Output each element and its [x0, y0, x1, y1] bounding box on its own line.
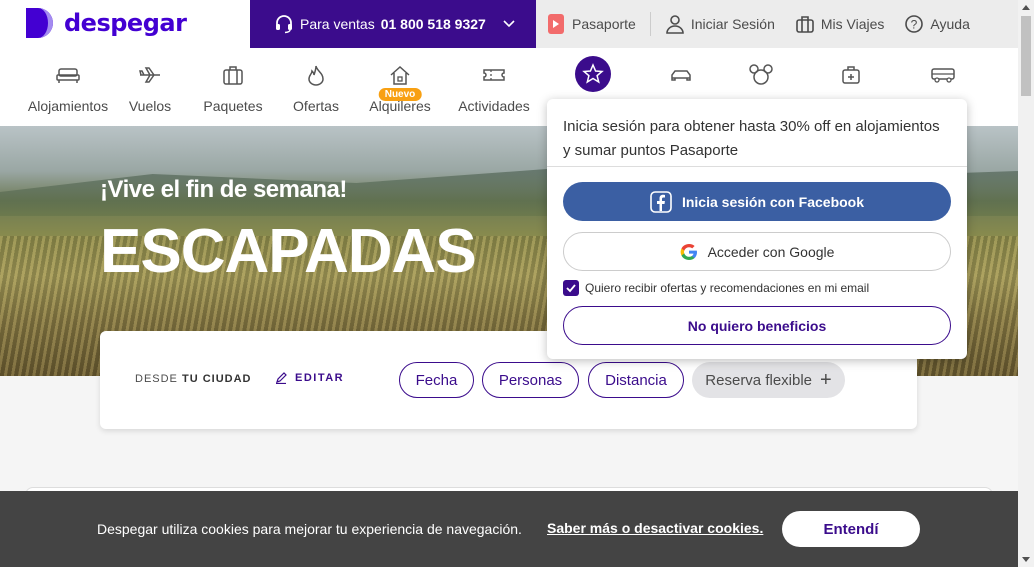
checkmark-icon [563, 280, 579, 296]
top-nav: Pasaporte Iniciar Sesión Mis Viajes ? Ay… [536, 0, 1018, 48]
category-label: Actividades [458, 98, 530, 114]
cookie-settings-link[interactable]: Saber más o desactivar cookies. [547, 520, 763, 536]
help-link[interactable]: ? Ayuda [894, 0, 979, 48]
top-bar: despegar Para ventas 01 800 518 9327 Pas… [0, 0, 1018, 48]
login-promo-message: Inicia sesión para obtener hasta 30% off… [547, 99, 967, 167]
origin-prefix: DESDE [135, 373, 178, 385]
pasaporte-link[interactable]: Pasaporte [536, 0, 646, 48]
origin-label: DESDE TU CIUDAD [135, 373, 251, 385]
distance-filter-chip[interactable]: Distancia [588, 362, 684, 398]
facebook-icon [650, 190, 672, 213]
scrollbar-thumb[interactable] [1021, 16, 1031, 96]
category-pasaporte[interactable] [572, 56, 614, 92]
newsletter-label: Quiero recibir ofertas y recomendaciones… [585, 281, 870, 295]
category-autos[interactable] [662, 58, 700, 92]
car-icon [671, 70, 691, 81]
cookie-banner: Despegar utiliza cookies para mejorar tu… [0, 491, 1018, 567]
pasaporte-icon [548, 14, 564, 34]
chevron-down-icon [503, 20, 515, 28]
login-label: Iniciar Sesión [690, 16, 775, 32]
sales-label: Para ventas [300, 16, 375, 32]
edit-label: EDITAR [295, 372, 345, 384]
edit-origin-button[interactable]: EDITAR [275, 372, 344, 384]
logo-icon [26, 8, 53, 38]
category-ofertas[interactable]: Ofertas [288, 58, 344, 114]
pencil-icon [276, 372, 287, 384]
category-actividades[interactable]: Actividades [454, 58, 534, 114]
facebook-login-button[interactable]: Inicia sesión con Facebook [563, 182, 951, 221]
disney-icon [749, 64, 773, 85]
origin-city: TU CIUDAD [181, 373, 252, 385]
facebook-label: Inicia sesión con Facebook [681, 193, 865, 210]
category-vuelos[interactable]: Vuelos [124, 58, 176, 114]
login-dropdown: Inicia sesión para obtener hasta 30% off… [547, 99, 967, 359]
category-alojamientos[interactable]: Alojamientos [24, 58, 112, 114]
category-asistencia[interactable] [832, 58, 870, 92]
new-badge: Nuevo [378, 88, 422, 101]
my-trips-label: Mis Viajes [820, 16, 885, 32]
user-icon [666, 15, 684, 34]
headset-icon [276, 15, 292, 34]
google-login-button[interactable]: Acceder con Google [563, 232, 951, 271]
category-alquileres[interactable]: Nuevo Alquileres [364, 58, 436, 114]
sales-phone: 01 800 518 9327 [380, 16, 486, 32]
logo-text: despegar [64, 9, 187, 37]
house-icon [390, 65, 410, 85]
flame-icon [308, 65, 324, 86]
suitcase-icon [223, 66, 243, 85]
login-link[interactable]: Iniciar Sesión [655, 0, 785, 48]
category-paquetes[interactable]: Paquetes [198, 58, 268, 114]
bus-icon [931, 68, 955, 83]
people-filter-chip[interactable]: Personas [482, 362, 579, 398]
pasaporte-label: Pasaporte [572, 16, 636, 32]
plane-icon [139, 67, 160, 83]
hero-subtitle: ¡Vive el fin de semana! [100, 176, 347, 203]
scroll-up-icon[interactable] [1022, 5, 1030, 10]
scroll-down-icon[interactable] [1022, 557, 1030, 562]
ticket-icon [483, 69, 505, 81]
category-label: Ofertas [293, 98, 339, 114]
category-disney[interactable] [742, 58, 780, 92]
newsletter-checkbox[interactable]: Quiero recibir ofertas y recomendaciones… [563, 280, 869, 296]
sales-phone-button[interactable]: Para ventas 01 800 518 9327 [250, 0, 536, 48]
no-benefits-button[interactable]: No quiero beneficios [563, 306, 951, 345]
plus-icon: + [820, 369, 832, 391]
category-label: Alojamientos [27, 98, 109, 114]
date-filter-chip[interactable]: Fecha [399, 362, 474, 398]
my-trips-link[interactable]: Mis Viajes [785, 0, 895, 48]
pasaporte-star-icon [575, 56, 611, 92]
flexible-filter-chip[interactable]: Reserva flexible + [692, 362, 845, 398]
bed-icon [56, 68, 80, 83]
google-label: Acceder con Google [707, 243, 835, 260]
help-icon: ? [905, 15, 924, 33]
category-label: Paquetes [203, 98, 263, 114]
category-label: Vuelos [128, 98, 172, 114]
logo[interactable]: despegar [24, 6, 187, 40]
google-icon [680, 243, 697, 260]
scrollbar[interactable] [1018, 0, 1034, 567]
suitcase-icon [796, 16, 814, 33]
help-label: Ayuda [930, 16, 970, 32]
medical-kit-icon [842, 66, 860, 84]
divider [649, 12, 651, 36]
hero-title: ESCAPADAS [100, 217, 477, 286]
flexible-label: Reserva flexible [705, 371, 813, 389]
cookie-accept-button[interactable]: Entendí [782, 511, 920, 547]
svg-text:?: ? [911, 18, 918, 32]
cookie-text: Despegar utiliza cookies para mejorar tu… [97, 521, 522, 537]
